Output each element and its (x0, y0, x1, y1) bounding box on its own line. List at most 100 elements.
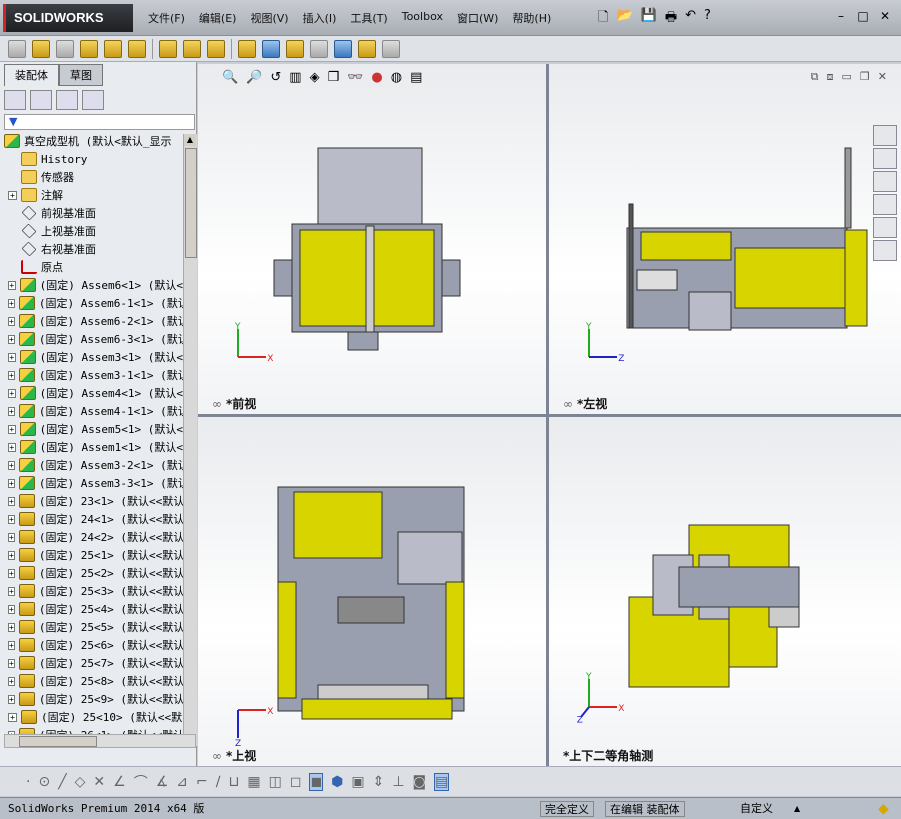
tree-item[interactable]: + (固定) Assem3-1<1> (默认 (0, 366, 183, 384)
feature-manager-tab-icon[interactable] (4, 90, 26, 110)
instant3d-icon[interactable] (382, 39, 400, 58)
tree-item[interactable]: 上视基准面 (0, 222, 183, 240)
tab-sketch[interactable]: 草图 (59, 64, 103, 86)
scroll-thumb[interactable] (19, 736, 97, 747)
scroll-thumb[interactable] (185, 148, 197, 258)
insert-component-icon[interactable] (32, 39, 50, 58)
tree-item[interactable]: 右视基准面 (0, 240, 183, 258)
model-view[interactable]: XZ (198, 417, 546, 766)
expand-icon[interactable]: + (8, 280, 16, 290)
tree-item[interactable]: + (固定) Assem6-3<1> (默认 (0, 330, 183, 348)
reference-geometry-icon[interactable] (207, 39, 225, 58)
help-icon[interactable]: ? (704, 8, 711, 30)
move-icon[interactable]: ⇕ (373, 774, 385, 790)
expand-icon[interactable]: + (8, 586, 15, 596)
previous-view-icon[interactable]: ↺ (270, 70, 281, 85)
edit-appearance-icon[interactable]: ● (371, 70, 382, 85)
expand-icon[interactable]: + (8, 388, 16, 398)
tree-item[interactable]: 前视基准面 (0, 204, 183, 222)
tree-item[interactable]: + (固定) 25<10> (默认<<默 (0, 708, 183, 726)
expand-icon[interactable]: + (8, 514, 15, 524)
triad-icon[interactable]: ⊥ (392, 774, 404, 790)
tile-icon[interactable]: ⧈ (827, 70, 834, 84)
interference-detection-icon[interactable] (334, 39, 352, 58)
display-manager-tab-icon[interactable] (82, 90, 104, 110)
tree-item[interactable]: + (固定) 23<1> (默认<<默认 (0, 492, 183, 510)
component-icon[interactable]: ▣ (351, 774, 364, 790)
tree-item[interactable]: + (固定) 25<3> (默认<<默认 (0, 582, 183, 600)
mirror-icon[interactable]: ∕ (216, 774, 221, 790)
corner-icon[interactable]: ⌐ (196, 774, 208, 790)
model-view[interactable]: Y X Z (549, 417, 901, 766)
property-manager-tab-icon[interactable] (30, 90, 52, 110)
menu-toolbox[interactable]: Toolbox (402, 10, 443, 26)
exploded-view-icon[interactable] (286, 39, 304, 58)
tree-item[interactable]: History (0, 150, 183, 168)
viewport-isometric[interactable]: Y X Z *上下二等角轴测 (549, 417, 901, 766)
expand-icon[interactable]: + (8, 604, 15, 614)
expand-icon[interactable]: + (8, 712, 17, 722)
link-views-icon[interactable]: ⧉ (811, 70, 819, 84)
model-view[interactable]: YZ (549, 64, 901, 414)
expand-icon[interactable]: + (8, 568, 15, 578)
table-icon[interactable]: ▤ (434, 772, 450, 791)
undo-icon[interactable]: ↶ (685, 8, 696, 30)
expand-icon[interactable]: + (8, 370, 15, 380)
sketch-plane-icon[interactable]: ◫ (269, 774, 282, 790)
menu-tools[interactable]: 工具(T) (350, 10, 387, 26)
print-icon[interactable]: 🖶 (665, 8, 677, 30)
new-motion-study-icon[interactable] (238, 39, 256, 58)
viewport-top[interactable]: XZ ∞ *上视 (198, 417, 546, 766)
section-view-icon[interactable]: ▥ (289, 70, 301, 85)
edit-component-icon[interactable] (8, 39, 26, 58)
expand-icon[interactable]: + (8, 676, 15, 686)
menu-view[interactable]: 视图(V) (250, 10, 288, 26)
expand-icon[interactable]: + (8, 658, 15, 668)
save-icon[interactable]: 💾 (641, 8, 657, 30)
menu-edit[interactable]: 编辑(E) (199, 10, 237, 26)
expand-icon[interactable]: + (8, 442, 16, 452)
apply-scene-icon[interactable]: ◍ (391, 70, 402, 85)
view-settings-icon[interactable]: ▤ (410, 70, 422, 85)
expand-icon[interactable]: + (8, 352, 16, 362)
view-palette-icon[interactable] (873, 194, 897, 215)
camera-icon[interactable]: ◙ (413, 774, 427, 790)
tree-item[interactable]: + (固定) Assem1<1> (默认< (0, 438, 183, 456)
solidworks-resources-icon[interactable] (873, 125, 897, 146)
circle-icon[interactable]: ⊙ (38, 774, 50, 790)
tree-item[interactable]: + (固定) Assem4-1<1> (默认 (0, 402, 183, 420)
shaded-icon[interactable]: ⬢ (331, 774, 343, 790)
menu-insert[interactable]: 插入(I) (303, 10, 337, 26)
viewport-front[interactable]: YX 🔍 🔎 ↺ ▥ ◈ ❒ 👓 ● ◍ ▤ ∞ *前视 (198, 64, 546, 414)
tree-item[interactable]: + (固定) 25<9> (默认<<默认 (0, 690, 183, 708)
chamfer-icon[interactable]: ∡ (156, 774, 169, 790)
tree-item[interactable]: + (固定) 25<1> (默认<<默认 (0, 546, 183, 564)
expand-icon[interactable]: + (8, 640, 15, 650)
tree-item[interactable]: + (固定) Assem3-2<1> (默认 (0, 456, 183, 474)
expand-icon[interactable]: + (8, 298, 15, 308)
design-library-icon[interactable] (873, 148, 897, 169)
units-selector[interactable]: 自定义 (736, 801, 777, 817)
fillet-icon[interactable]: ⌒ (134, 772, 148, 792)
tree-item[interactable]: 传感器 (0, 168, 183, 186)
tree-item[interactable]: + (固定) 25<5> (默认<<默认 (0, 618, 183, 636)
expand-icon[interactable]: + (8, 622, 15, 632)
expand-icon[interactable]: + (8, 496, 15, 506)
expand-icon[interactable]: + (8, 532, 15, 542)
tree-item[interactable]: + (固定) Assem4<1> (默认< (0, 384, 183, 402)
close-button[interactable]: ✕ (876, 8, 894, 24)
new-icon[interactable]: 🗋 (598, 8, 608, 30)
expand-icon[interactable]: + (8, 334, 15, 344)
minimize-button[interactable]: – (832, 8, 850, 24)
tree-item[interactable]: + (固定) 25<6> (默认<<默认 (0, 636, 183, 654)
tree-horizontal-scrollbar[interactable] (4, 734, 196, 748)
tree-filter-input[interactable]: ▼ (4, 114, 195, 130)
tree-item[interactable]: + (固定) Assem6<1> (默认< (0, 276, 183, 294)
zoom-to-area-icon[interactable]: 🔎 (246, 70, 262, 85)
viewport-left[interactable]: YZ ⧉ ⧈ ▭ ❐ ✕ ∞ *左视 (549, 64, 901, 414)
scroll-up-icon[interactable]: ▲ (184, 134, 196, 146)
menu-help[interactable]: 帮助(H) (512, 10, 551, 26)
graphics-area[interactable]: YX 🔍 🔎 ↺ ▥ ◈ ❒ 👓 ● ◍ ▤ ∞ *前视 YZ ⧉ ⧈ ▭ ❐ ✕… (198, 64, 901, 766)
tree-item[interactable]: + (固定) 25<4> (默认<<默认 (0, 600, 183, 618)
expand-icon[interactable]: + (8, 694, 15, 704)
